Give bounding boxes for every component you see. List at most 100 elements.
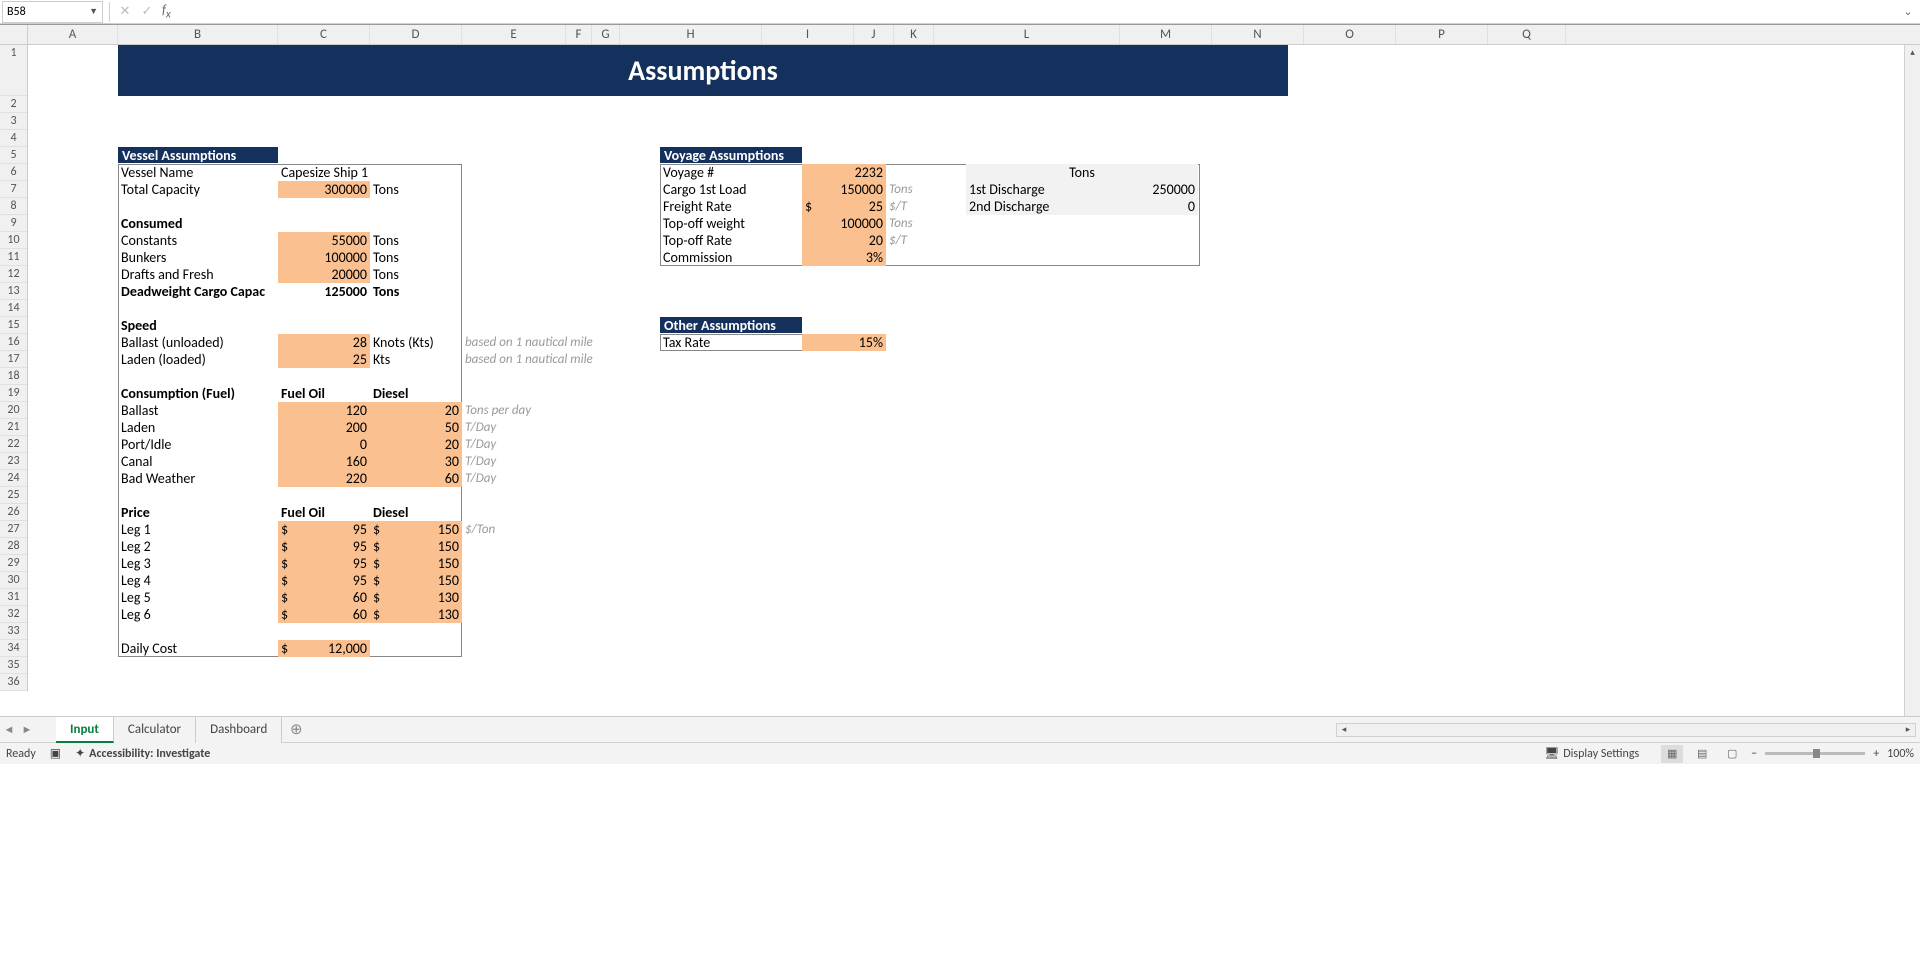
row-23[interactable]: 23 bbox=[0, 453, 27, 470]
zoom-slider[interactable] bbox=[1765, 752, 1865, 755]
row-10[interactable]: 10 bbox=[0, 232, 27, 249]
vertical-scrollbar[interactable]: ▴ bbox=[1904, 45, 1920, 716]
tab-nav-prev-icon[interactable]: ◄ bbox=[0, 723, 18, 736]
display-settings-button[interactable]: 🖥Display Settings bbox=[1544, 746, 1639, 761]
leg-5-fueloil[interactable]: $60 bbox=[278, 589, 370, 606]
row-13[interactable]: 13 bbox=[0, 283, 27, 300]
cons-ballast-d[interactable]: 20 bbox=[370, 402, 462, 419]
col-E[interactable]: E bbox=[462, 25, 566, 44]
cons-canal-fo[interactable]: 160 bbox=[278, 453, 370, 470]
row-29[interactable]: 29 bbox=[0, 555, 27, 572]
page-break-view-icon[interactable]: ▢ bbox=[1721, 745, 1743, 763]
row-14[interactable]: 14 bbox=[0, 300, 27, 317]
row-25[interactable]: 25 bbox=[0, 487, 27, 504]
zoom-out-button[interactable]: − bbox=[1751, 747, 1757, 761]
col-N[interactable]: N bbox=[1212, 25, 1304, 44]
col-F[interactable]: F bbox=[566, 25, 592, 44]
row-8[interactable]: 8 bbox=[0, 198, 27, 215]
row-27[interactable]: 27 bbox=[0, 521, 27, 538]
scroll-right-icon[interactable]: ▸ bbox=[1901, 724, 1915, 735]
col-L[interactable]: L bbox=[934, 25, 1120, 44]
col-B[interactable]: B bbox=[118, 25, 278, 44]
col-M[interactable]: M bbox=[1120, 25, 1212, 44]
row-20[interactable]: 20 bbox=[0, 402, 27, 419]
leg-6-diesel[interactable]: $130 bbox=[370, 606, 462, 623]
row-24[interactable]: 24 bbox=[0, 470, 27, 487]
scroll-up-icon[interactable]: ▴ bbox=[1905, 45, 1920, 61]
leg-1-diesel[interactable]: $150 bbox=[370, 521, 462, 538]
leg-2-diesel[interactable]: $150 bbox=[370, 538, 462, 555]
accessibility-status[interactable]: ✦Accessibility: Investigate bbox=[75, 746, 210, 761]
laden-speed-value[interactable]: 25 bbox=[278, 351, 370, 368]
row-19[interactable]: 19 bbox=[0, 385, 27, 402]
tax-rate-value[interactable]: 15% bbox=[802, 334, 886, 351]
cons-ballast-fo[interactable]: 120 bbox=[278, 402, 370, 419]
col-A[interactable]: A bbox=[28, 25, 118, 44]
row-1[interactable]: 1 bbox=[0, 45, 27, 96]
col-P[interactable]: P bbox=[1396, 25, 1488, 44]
row-22[interactable]: 22 bbox=[0, 436, 27, 453]
row-9[interactable]: 9 bbox=[0, 215, 27, 232]
leg-3-fueloil[interactable]: $95 bbox=[278, 555, 370, 572]
row-16[interactable]: 16 bbox=[0, 334, 27, 351]
col-J[interactable]: J bbox=[854, 25, 894, 44]
tab-nav-next-icon[interactable]: ► bbox=[18, 723, 36, 736]
row-32[interactable]: 32 bbox=[0, 606, 27, 623]
leg-4-diesel[interactable]: $150 bbox=[370, 572, 462, 589]
row-34[interactable]: 34 bbox=[0, 640, 27, 657]
leg-1-fueloil[interactable]: $95 bbox=[278, 521, 370, 538]
leg-4-fueloil[interactable]: $95 bbox=[278, 572, 370, 589]
daily-cost-value[interactable]: $12,000 bbox=[278, 640, 370, 657]
voyage-num-value[interactable]: 2232 bbox=[802, 164, 886, 181]
page-layout-view-icon[interactable]: ▤ bbox=[1691, 745, 1713, 763]
zoom-in-button[interactable]: + bbox=[1873, 747, 1879, 761]
leg-5-diesel[interactable]: $130 bbox=[370, 589, 462, 606]
col-G[interactable]: G bbox=[592, 25, 620, 44]
row-11[interactable]: 11 bbox=[0, 249, 27, 266]
topoff-weight-value[interactable]: 100000 bbox=[802, 215, 886, 232]
cons-laden-fo[interactable]: 200 bbox=[278, 419, 370, 436]
leg-3-diesel[interactable]: $150 bbox=[370, 555, 462, 572]
col-K[interactable]: K bbox=[894, 25, 934, 44]
add-sheet-icon[interactable]: ⊕ bbox=[282, 720, 310, 739]
cons-laden-d[interactable]: 50 bbox=[370, 419, 462, 436]
col-C[interactable]: C bbox=[278, 25, 370, 44]
ballast-speed-value[interactable]: 28 bbox=[278, 334, 370, 351]
row-28[interactable]: 28 bbox=[0, 538, 27, 555]
tab-calculator[interactable]: Calculator bbox=[114, 717, 196, 743]
row-18[interactable]: 18 bbox=[0, 368, 27, 385]
leg-6-fueloil[interactable]: $60 bbox=[278, 606, 370, 623]
row-7[interactable]: 7 bbox=[0, 181, 27, 198]
row-12[interactable]: 12 bbox=[0, 266, 27, 283]
freight-value[interactable]: $25 bbox=[802, 198, 886, 215]
tab-input[interactable]: Input bbox=[56, 717, 114, 743]
row-36[interactable]: 36 bbox=[0, 674, 27, 691]
row-2[interactable]: 2 bbox=[0, 96, 27, 113]
drafts-value[interactable]: 20000 bbox=[278, 266, 370, 283]
total-capacity-value[interactable]: 300000 bbox=[278, 181, 370, 198]
cons-weather-d[interactable]: 60 bbox=[370, 470, 462, 487]
scroll-left-icon[interactable]: ◂ bbox=[1337, 724, 1351, 735]
cons-port-fo[interactable]: 0 bbox=[278, 436, 370, 453]
col-I[interactable]: I bbox=[762, 25, 854, 44]
cons-canal-d[interactable]: 30 bbox=[370, 453, 462, 470]
name-box-dropdown-icon[interactable]: ▼ bbox=[89, 6, 98, 17]
cargo-value[interactable]: 150000 bbox=[802, 181, 886, 198]
row-33[interactable]: 33 bbox=[0, 623, 27, 640]
expand-formula-bar-icon[interactable]: ⌄ bbox=[1896, 5, 1920, 18]
col-H[interactable]: H bbox=[620, 25, 762, 44]
horizontal-scrollbar[interactable]: ◂ ▸ bbox=[1336, 723, 1916, 737]
row-6[interactable]: 6 bbox=[0, 164, 27, 181]
col-D[interactable]: D bbox=[370, 25, 462, 44]
row-31[interactable]: 31 bbox=[0, 589, 27, 606]
topoff-rate-value[interactable]: 20 bbox=[802, 232, 886, 249]
row-3[interactable]: 3 bbox=[0, 113, 27, 130]
tab-dashboard[interactable]: Dashboard bbox=[196, 717, 282, 743]
constants-value[interactable]: 55000 bbox=[278, 232, 370, 249]
cell-area[interactable]: Assumptions Vessel Assumptions Vessel Na… bbox=[28, 45, 1904, 716]
select-all-corner[interactable] bbox=[0, 25, 28, 44]
leg-2-fueloil[interactable]: $95 bbox=[278, 538, 370, 555]
row-15[interactable]: 15 bbox=[0, 317, 27, 334]
col-O[interactable]: O bbox=[1304, 25, 1396, 44]
cons-weather-fo[interactable]: 220 bbox=[278, 470, 370, 487]
